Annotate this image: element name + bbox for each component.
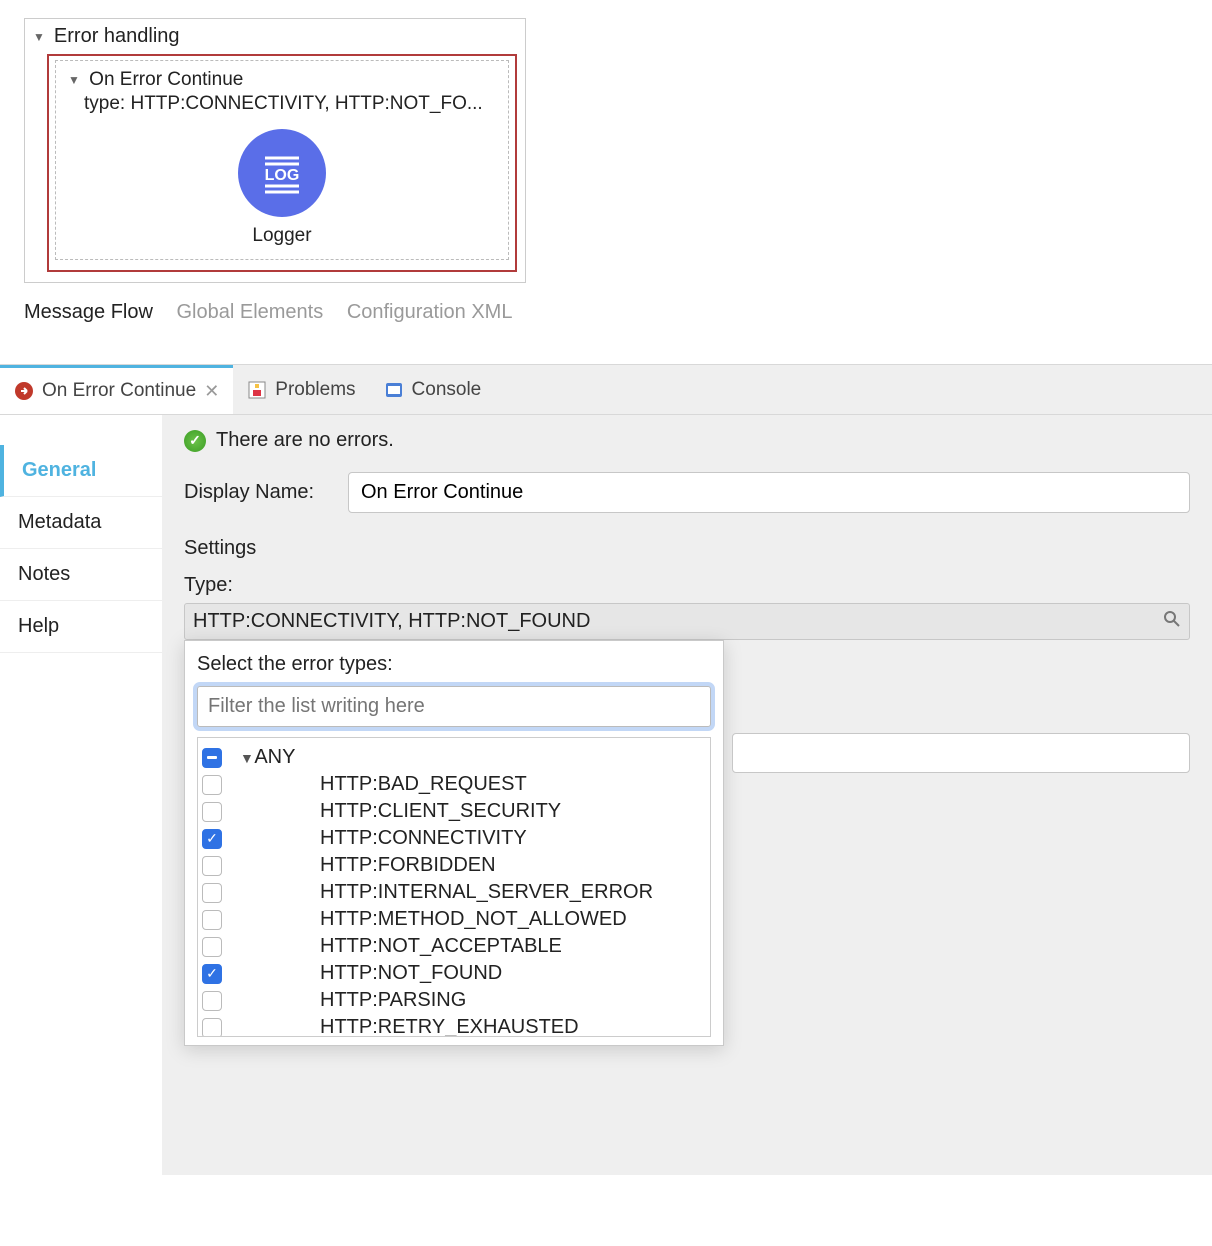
editor-bottom-tabs: Message Flow Global Elements Configurati… xyxy=(24,301,1212,324)
tab-onerror-continue[interactable]: On Error Continue ✕ xyxy=(0,365,233,414)
sidebar-item-general[interactable]: General xyxy=(0,445,162,497)
status-ok-icon: ✓ xyxy=(184,430,206,452)
checkbox[interactable] xyxy=(202,910,222,930)
when-input[interactable] xyxy=(732,733,1190,773)
tab-problems[interactable]: Problems xyxy=(233,365,369,414)
logger-node[interactable]: LOG xyxy=(238,129,326,217)
onerror-icon xyxy=(14,381,34,401)
tree-item-label[interactable]: HTTP:BAD_REQUEST xyxy=(320,773,527,796)
tab-message-flow[interactable]: Message Flow xyxy=(24,301,153,323)
checkbox[interactable]: ✓ xyxy=(202,829,222,849)
type-label: Type: xyxy=(184,574,1190,597)
close-icon[interactable]: ✕ xyxy=(204,381,219,402)
tree-item-label[interactable]: HTTP:INTERNAL_SERVER_ERROR xyxy=(320,881,653,904)
error-type-tree[interactable]: ▼ ANY HTTP:BAD_REQUEST HTTP:CLIENT_SECURI… xyxy=(197,737,711,1037)
tree-item-label[interactable]: HTTP:NOT_FOUND xyxy=(320,962,502,985)
chevron-down-icon[interactable]: ▼ xyxy=(240,750,254,766)
status-message: There are no errors. xyxy=(216,429,394,452)
checkbox[interactable] xyxy=(202,856,222,876)
checkbox[interactable] xyxy=(202,991,222,1011)
tab-config-xml[interactable]: Configuration XML xyxy=(347,301,513,323)
type-value: HTTP:CONNECTIVITY, HTTP:NOT_FOUND xyxy=(193,610,590,632)
filter-input[interactable] xyxy=(197,686,711,727)
panel-tab-label: Problems xyxy=(275,379,355,401)
console-icon xyxy=(384,380,404,400)
section-error-handling: Error handling xyxy=(54,25,180,47)
chevron-down-icon: ▼ xyxy=(33,30,45,44)
checkbox[interactable] xyxy=(202,937,222,957)
tab-global-elements[interactable]: Global Elements xyxy=(177,301,324,323)
checkbox[interactable] xyxy=(202,1018,222,1038)
properties-sidebar: General Metadata Notes Help xyxy=(0,415,162,1175)
svg-text:LOG: LOG xyxy=(265,167,300,184)
sidebar-item-metadata[interactable]: Metadata xyxy=(0,497,162,549)
display-name-label: Display Name: xyxy=(184,481,334,504)
onerror-scope[interactable]: ▼ On Error Continue type: HTTP:CONNECTIV… xyxy=(47,54,517,272)
tree-root-label: ANY xyxy=(254,746,295,768)
checkbox[interactable] xyxy=(202,775,222,795)
tree-item-label[interactable]: HTTP:METHOD_NOT_ALLOWED xyxy=(320,908,627,931)
panel-tab-label: On Error Continue xyxy=(42,380,196,402)
checkbox-mixed[interactable] xyxy=(202,748,222,768)
panel-tab-label: Console xyxy=(412,379,482,401)
sidebar-item-help[interactable]: Help xyxy=(0,601,162,653)
chevron-down-icon: ▼ xyxy=(68,73,80,87)
tree-item-label[interactable]: HTTP:NOT_ACCEPTABLE xyxy=(320,935,562,958)
sidebar-item-notes[interactable]: Notes xyxy=(0,549,162,601)
popup-title: Select the error types: xyxy=(197,653,711,676)
checkbox[interactable]: ✓ xyxy=(202,964,222,984)
tree-item-label[interactable]: HTTP:PARSING xyxy=(320,989,466,1012)
flow-canvas[interactable]: ▼ Error handling ▼ On Error Continue typ… xyxy=(24,18,526,283)
search-icon[interactable] xyxy=(1163,610,1181,634)
display-name-input[interactable] xyxy=(348,472,1190,513)
problems-icon xyxy=(247,380,267,400)
type-field[interactable]: HTTP:CONNECTIVITY, HTTP:NOT_FOUND xyxy=(184,603,1190,640)
onerror-title: On Error Continue xyxy=(89,69,243,90)
tree-item-label[interactable]: HTTP:CONNECTIVITY xyxy=(320,827,527,850)
checkbox[interactable] xyxy=(202,802,222,822)
tree-item-label[interactable]: HTTP:CLIENT_SECURITY xyxy=(320,800,561,823)
tab-console[interactable]: Console xyxy=(370,365,496,414)
settings-label: Settings xyxy=(184,537,1190,560)
logger-label: Logger xyxy=(64,225,500,247)
checkbox[interactable] xyxy=(202,883,222,903)
onerror-type-line: type: HTTP:CONNECTIVITY, HTTP:NOT_FO... xyxy=(64,93,500,115)
tree-item-label[interactable]: HTTP:RETRY_EXHAUSTED xyxy=(320,1016,579,1037)
log-icon: LOG xyxy=(255,146,309,200)
error-type-popup: Select the error types: ▼ ANY HTTP:BAD_R… xyxy=(184,640,724,1046)
tree-item-label[interactable]: HTTP:FORBIDDEN xyxy=(320,854,496,877)
